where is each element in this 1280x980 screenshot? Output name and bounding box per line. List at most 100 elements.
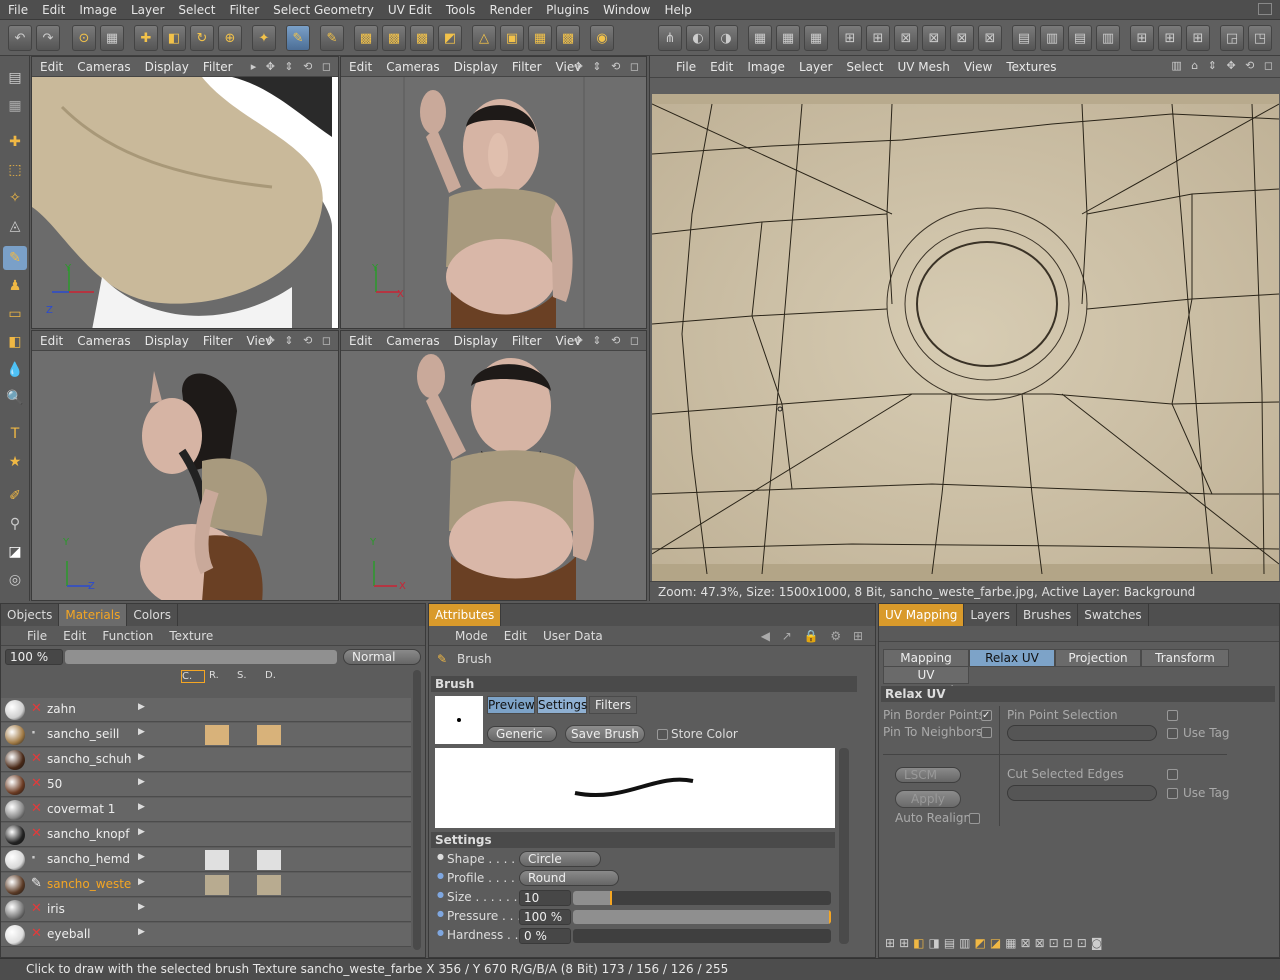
uv-tool-11-icon[interactable]: ⊠ (1035, 936, 1045, 950)
material-name[interactable]: covermat 1 (47, 802, 115, 816)
viewport-canvas[interactable]: Y Z (32, 77, 338, 328)
vp-menu-filter[interactable]: Filter (203, 334, 233, 348)
rotate-icon[interactable]: ↻ (190, 25, 214, 51)
subtab-projection[interactable]: Projection (1055, 649, 1141, 667)
tool-b-icon[interactable]: ◐ (686, 25, 710, 51)
size-slider[interactable] (573, 891, 831, 905)
subtab-uv-commands[interactable]: UV Commands (883, 666, 969, 698)
vp-menu-edit[interactable]: Edit (40, 60, 63, 74)
attr-menu-edit[interactable]: Edit (504, 629, 527, 643)
vp-menu-display[interactable]: Display (145, 334, 189, 348)
material-name[interactable]: eyeball (47, 927, 91, 941)
material-disabled-icon[interactable]: ✕ (31, 701, 42, 716)
eyedropper-icon[interactable]: ✐ (3, 484, 27, 508)
tool-a-icon[interactable]: ⋔ (658, 25, 682, 51)
tab-materials[interactable]: Materials (59, 604, 128, 626)
size-field[interactable]: 10 (519, 890, 571, 906)
uv-menu-edit[interactable]: Edit (710, 60, 733, 74)
material-preview-icon[interactable] (5, 725, 25, 745)
menu-layer[interactable]: Layer (131, 3, 164, 17)
uv-menu-uv-mesh[interactable]: UV Mesh (897, 60, 949, 74)
tab-attributes[interactable]: Attributes (429, 604, 502, 626)
material-preview-icon[interactable] (5, 775, 25, 795)
uv-menu-file[interactable]: File (676, 60, 696, 74)
material-disabled-icon[interactable]: ✕ (31, 751, 42, 766)
material-expand-icon[interactable]: ▶ (138, 727, 145, 737)
profile-dropdown[interactable]: Round (519, 870, 619, 886)
color-swatch-icon[interactable]: ◪ (3, 540, 27, 564)
uv-menu-layer[interactable]: Layer (799, 60, 832, 74)
materials-scrollbar[interactable] (413, 670, 421, 950)
pressure-field[interactable]: 100 % (519, 909, 571, 925)
material-expand-icon[interactable]: ▶ (138, 777, 145, 787)
material-disabled-icon[interactable]: ✕ (31, 776, 42, 791)
material-expand-icon[interactable]: ▶ (138, 752, 145, 762)
scale-icon[interactable]: ◧ (162, 25, 186, 51)
material-name[interactable]: sancho_hemd (47, 852, 130, 866)
material-name[interactable]: sancho_schuh (47, 752, 131, 766)
texture-thumbnail[interactable] (205, 850, 229, 870)
uv-points-icon[interactable]: △ (472, 25, 496, 51)
tab-colors[interactable]: Colors (127, 604, 178, 626)
move-icon[interactable]: ✚ (134, 25, 158, 51)
material-disabled-icon[interactable]: ✕ (31, 901, 42, 916)
pin-point-selection-checkbox[interactable] (1167, 710, 1178, 721)
text-tool-icon[interactable]: T (3, 422, 27, 446)
viewport-perspective[interactable]: Edit Cameras Display Filter ▸ ✥ ⇕ ⟲ ◻ Y … (31, 56, 339, 329)
shape-keyframe-icon[interactable]: ● (437, 852, 444, 861)
viewport-perspective-2[interactable]: Edit Cameras Display Filter Viev ✥ ⇕ ⟲ ◻… (340, 330, 647, 601)
uv-menu-textures[interactable]: Textures (1006, 60, 1056, 74)
auto-realign-checkbox[interactable] (969, 813, 980, 824)
texture-thumbnail[interactable] (257, 850, 281, 870)
layer-opacity-slider[interactable] (65, 650, 337, 664)
material-row[interactable]: ✕ sancho_knopf ▶ (1, 823, 411, 847)
subtab-relax-uv[interactable]: Relax UV (969, 649, 1055, 667)
material-row[interactable]: · sancho_seill ▶ (1, 723, 411, 747)
rect-select-icon[interactable]: ⬚ (3, 158, 27, 182)
vp-menu-display[interactable]: Display (145, 60, 189, 74)
vp-menu-cameras[interactable]: Cameras (386, 334, 439, 348)
vp-menu-edit[interactable]: Edit (349, 334, 372, 348)
tool-o-icon[interactable]: ▤ (1068, 25, 1092, 51)
attr-menu-user-data[interactable]: User Data (543, 629, 603, 643)
tool-r-icon[interactable]: ⊞ (1158, 25, 1182, 51)
menu-uv-edit[interactable]: UV Edit (388, 3, 432, 17)
vp-menu-display[interactable]: Display (454, 334, 498, 348)
tool-l-icon[interactable]: ⊠ (978, 25, 1002, 51)
brush-tab-settings[interactable]: Settings (537, 696, 587, 714)
attributes-scrollbar[interactable] (839, 748, 849, 944)
render-icon[interactable]: ◉ (590, 25, 614, 51)
layout-2-icon[interactable]: ▦ (3, 94, 27, 118)
vp-menu-filter[interactable]: Filter (512, 334, 542, 348)
texture-thumbnail[interactable] (257, 725, 281, 745)
material-preview-icon[interactable] (5, 700, 25, 720)
material-name[interactable]: 50 (47, 777, 62, 791)
smudge-tool-icon[interactable]: 💧 (3, 358, 27, 382)
uv-menu-select[interactable]: Select (846, 60, 883, 74)
viewport-canvas[interactable]: Y X (341, 77, 646, 328)
cut-use-tag-checkbox[interactable] (1167, 788, 1178, 799)
layout-icon[interactable]: ▤ (3, 66, 27, 90)
quickmask-icon[interactable]: ◎ (3, 568, 27, 592)
apply-button[interactable]: Apply (895, 790, 961, 808)
checker-icon-3[interactable]: ▩ (410, 25, 434, 51)
menu-filter[interactable]: Filter (229, 3, 259, 17)
uv-tool-6-icon[interactable]: ▥ (959, 936, 970, 950)
uv-tool-7-icon[interactable]: ◩ (975, 936, 986, 950)
relax-method-dropdown[interactable]: LSCM (895, 767, 961, 783)
viewport-side[interactable]: Edit Cameras Display Filter Viev ✥ ⇕ ⟲ ◻… (31, 330, 339, 601)
checker-icon-1[interactable]: ▩ (354, 25, 378, 51)
material-active-icon[interactable]: · (31, 851, 36, 866)
vp-menu-edit[interactable]: Edit (349, 60, 372, 74)
menu-window[interactable]: Window (603, 3, 650, 17)
viewport-nav-icons[interactable]: ✥ ⇕ ⟲ ◻ (574, 334, 642, 347)
material-name[interactable]: iris (47, 902, 65, 916)
vp-menu-cameras[interactable]: Cameras (77, 334, 130, 348)
material-row[interactable]: ✕ iris ▶ (1, 898, 411, 922)
menu-select[interactable]: Select (178, 3, 215, 17)
vp-menu-cameras[interactable]: Cameras (386, 60, 439, 74)
material-disabled-icon[interactable]: ✕ (31, 801, 42, 816)
pin-border-checkbox[interactable]: ✓ (981, 710, 992, 721)
uv-tool-3-icon[interactable]: ◧ (913, 936, 924, 950)
material-row[interactable]: ✕ 50 ▶ (1, 773, 411, 797)
